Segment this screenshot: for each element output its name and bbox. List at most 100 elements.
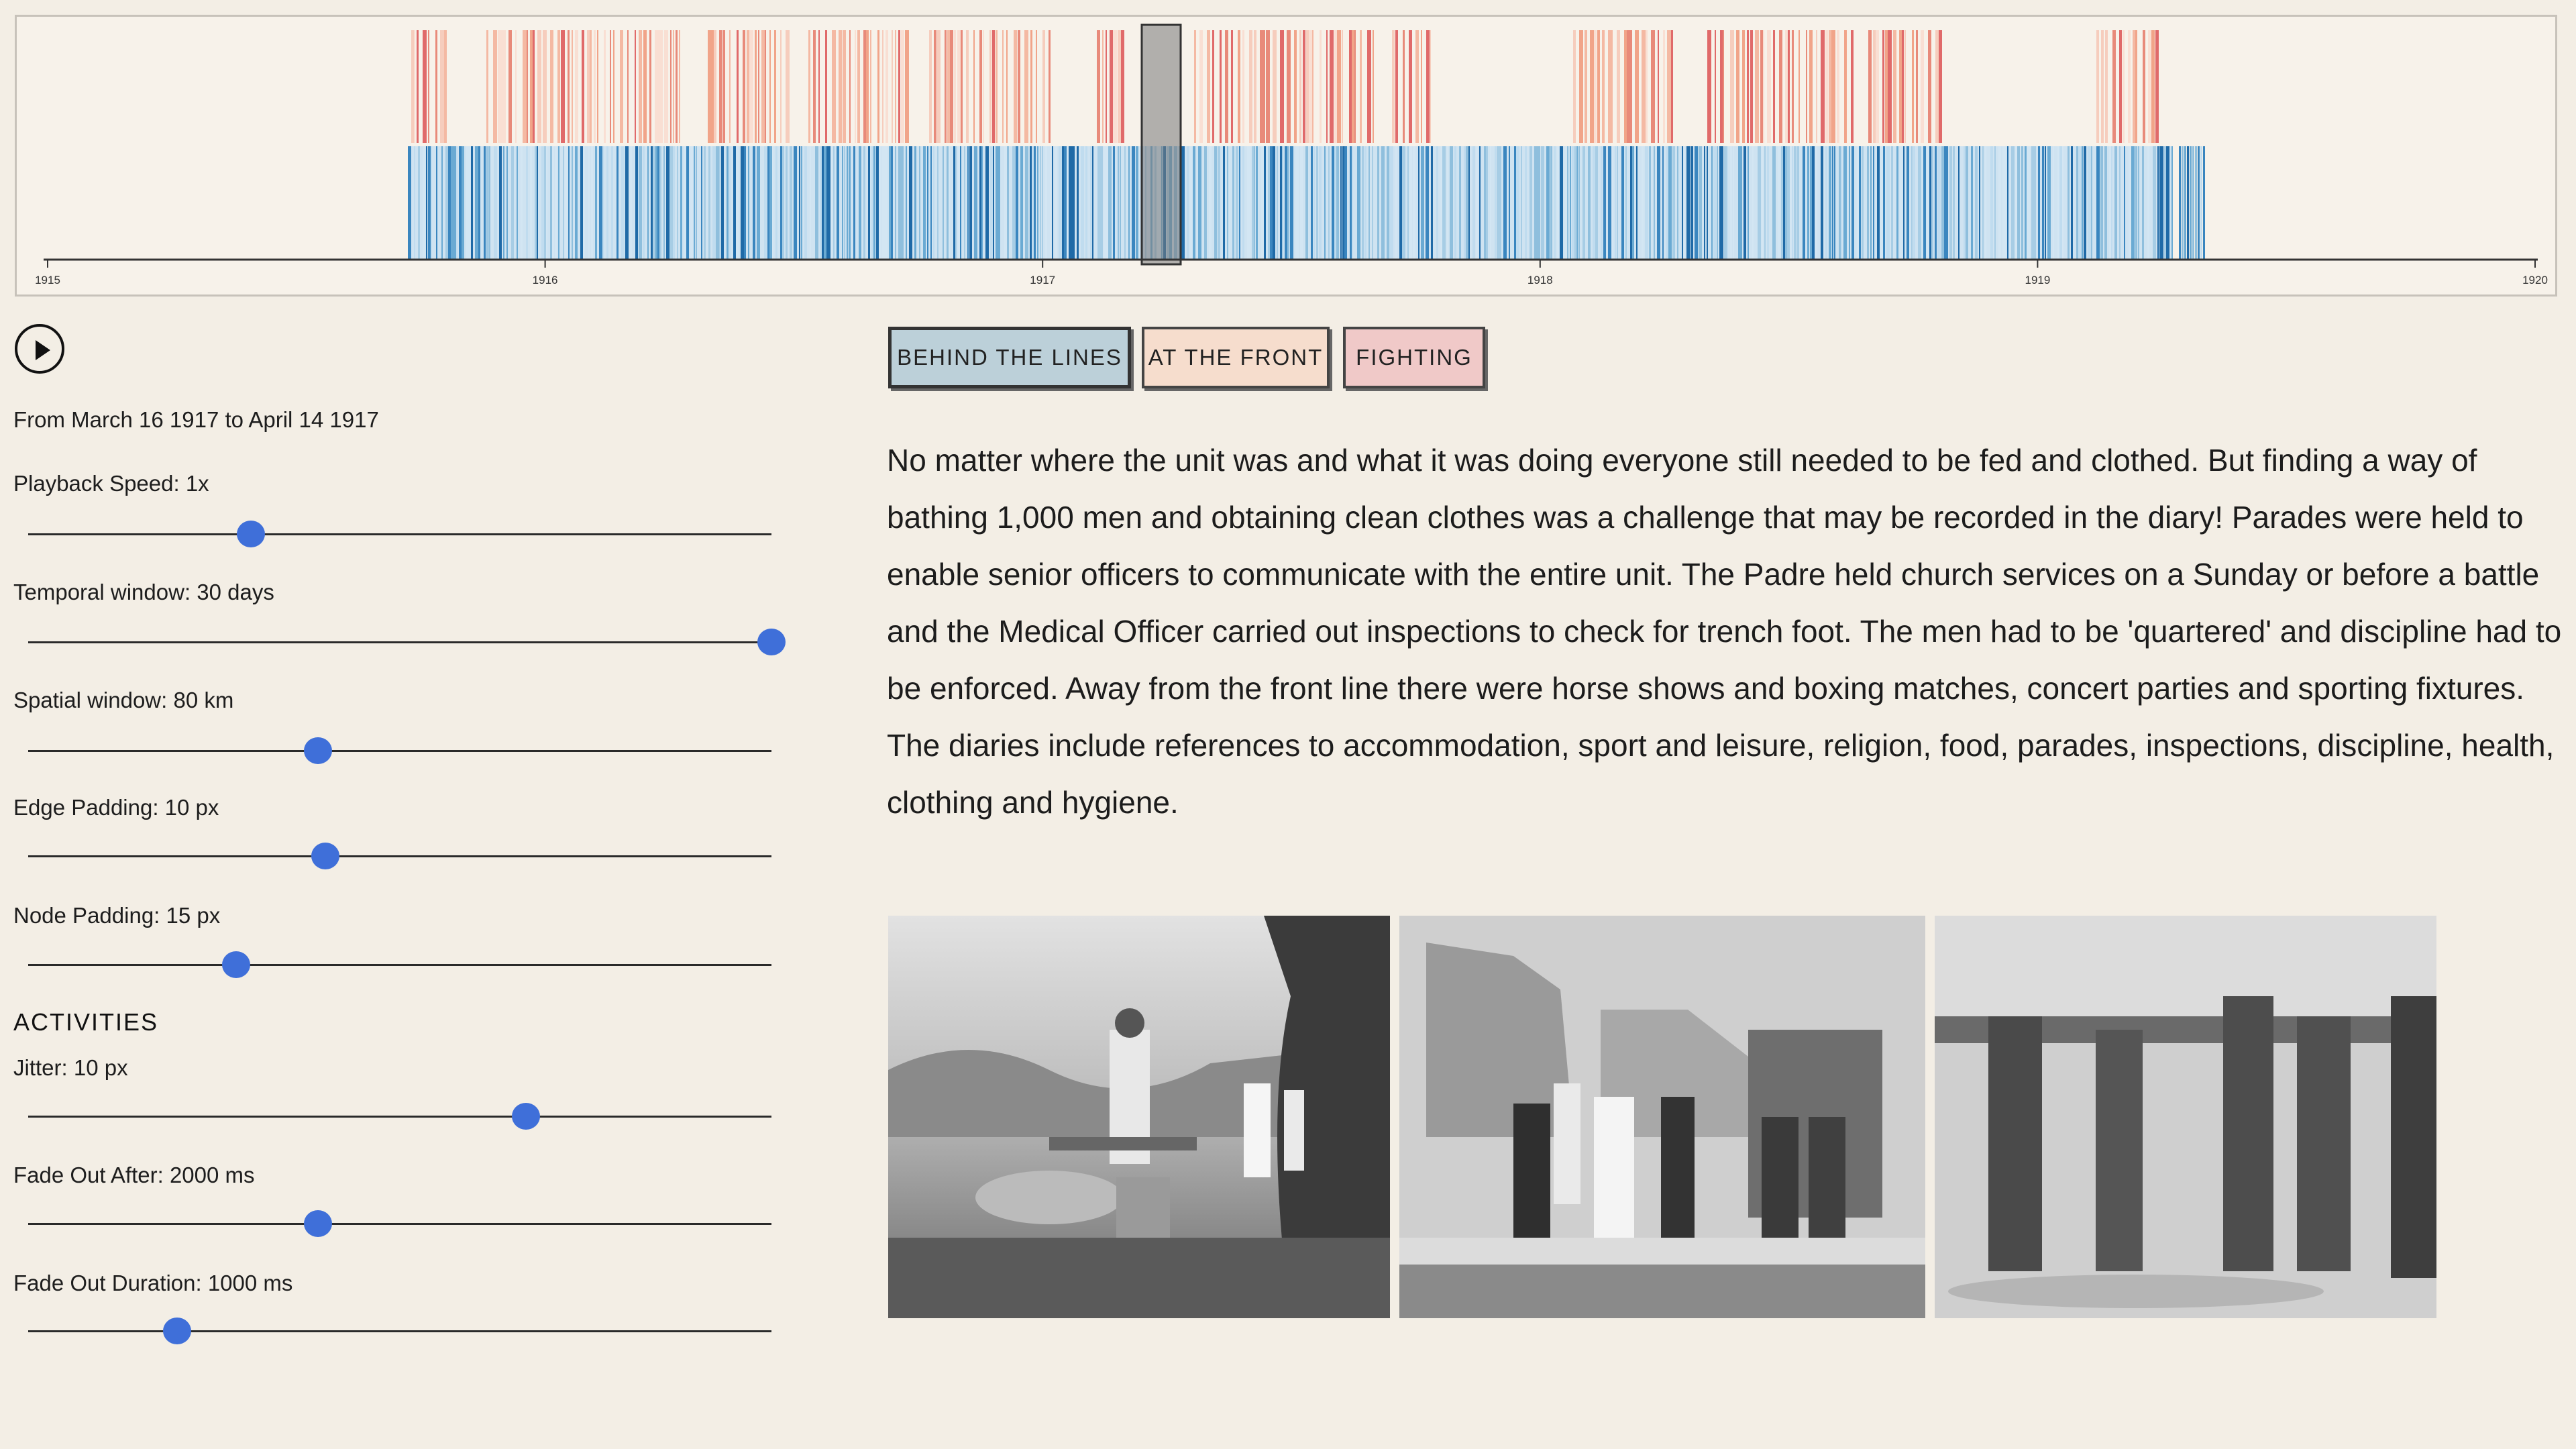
front-event <box>1602 30 1605 143</box>
front-event <box>572 30 573 143</box>
front-event <box>843 30 846 143</box>
front-event <box>417 30 419 143</box>
spatial-window-slider[interactable] <box>28 731 771 771</box>
slider-handle[interactable] <box>222 951 251 978</box>
timeline-panel[interactable]: 1915 1916 1917 1918 1919 1920 <box>15 15 2557 297</box>
edge-padding-slider[interactable] <box>28 837 771 877</box>
front-event <box>620 30 623 143</box>
jitter-slider[interactable] <box>28 1097 771 1137</box>
front-event <box>635 30 636 143</box>
behind-lines-event <box>686 146 689 259</box>
behind-lines-event <box>960 146 961 259</box>
photo-camp-laundry <box>888 916 1390 1318</box>
play-button[interactable] <box>15 324 64 374</box>
behind-lines-event <box>2195 146 2197 259</box>
front-event <box>849 30 851 143</box>
front-event <box>1825 30 1828 143</box>
behind-lines-event <box>2166 146 2169 259</box>
behind-lines-event <box>863 146 865 259</box>
behind-lines-event <box>1450 146 1453 259</box>
playback-speed-slider[interactable] <box>28 515 771 555</box>
slider-handle[interactable] <box>512 1103 541 1130</box>
behind-lines-event <box>930 146 932 259</box>
node-padding-slider[interactable] <box>28 945 771 985</box>
slider-handle[interactable] <box>237 521 266 547</box>
at-the-front-button[interactable]: AT THE FRONT <box>1142 327 1330 388</box>
fade-out-after-slider[interactable] <box>28 1204 771 1244</box>
behind-lines-event <box>1900 146 1902 259</box>
front-event <box>992 30 995 143</box>
front-event <box>866 30 869 143</box>
behind-lines-event <box>824 146 826 259</box>
slider-handle[interactable] <box>162 1318 191 1344</box>
behind-lines-event <box>1841 146 1842 259</box>
behind-lines-event <box>2200 146 2202 259</box>
behind-lines-event <box>1377 146 1379 259</box>
front-event <box>440 30 444 143</box>
behind-lines-event <box>1907 146 1909 259</box>
front-event <box>1280 30 1284 143</box>
behind-lines-event <box>1490 146 1491 259</box>
behind-lines-event <box>575 146 578 259</box>
behind-lines-event <box>1418 146 1419 259</box>
behind-lines-event <box>486 146 488 259</box>
behind-lines-event <box>1521 146 1522 259</box>
behind-lines-event <box>1690 146 1693 259</box>
behind-lines-event <box>1503 146 1507 259</box>
behind-lines-event <box>1319 146 1322 259</box>
behind-lines-event <box>1499 146 1501 259</box>
behind-lines-event <box>428 146 431 259</box>
behind-lines-event <box>466 146 469 259</box>
behind-lines-event <box>1529 146 1532 259</box>
behind-lines-event <box>431 146 432 259</box>
slider-handle[interactable] <box>304 1210 333 1237</box>
behind-lines-event <box>1040 146 1041 259</box>
front-event <box>500 30 504 143</box>
behind-lines-event <box>499 146 502 259</box>
front-event <box>1579 30 1583 143</box>
behind-lines-event <box>572 146 573 259</box>
behind-lines-event <box>1328 146 1330 259</box>
timeline-chart[interactable]: 1915 1916 1917 1918 1919 1920 <box>17 17 2559 299</box>
slider-handle[interactable] <box>304 737 333 764</box>
behind-lines-event <box>2138 146 2139 259</box>
front-event <box>1263 30 1265 143</box>
temporal-window-slider[interactable] <box>28 623 786 663</box>
front-event <box>1049 30 1051 143</box>
fighting-button[interactable]: FIGHTING <box>1343 327 1485 388</box>
slider-handle[interactable] <box>757 629 786 655</box>
slider-track <box>28 964 771 966</box>
front-event <box>423 30 427 143</box>
behind-lines-event <box>909 146 912 259</box>
behind-lines-event <box>1982 146 1984 259</box>
behind-lines-event <box>882 146 885 259</box>
front-event <box>1642 30 1646 143</box>
front-event <box>655 30 659 143</box>
front-event <box>1809 30 1813 143</box>
behind-lines-event <box>1218 146 1220 259</box>
time-brush[interactable] <box>1140 23 1182 266</box>
behind-the-lines-button[interactable]: BEHIND THE LINES <box>888 327 1131 388</box>
behind-lines-event <box>2053 146 2054 259</box>
behind-lines-event <box>1570 146 1571 259</box>
slider-handle[interactable] <box>311 843 340 869</box>
front-event <box>737 30 739 143</box>
fade-out-duration-slider[interactable] <box>28 1311 771 1352</box>
behind-lines-event <box>2017 146 2020 259</box>
behind-lines-event <box>625 146 629 259</box>
front-event <box>729 30 731 143</box>
behind-lines-event <box>1034 146 1036 259</box>
activities-heading: ACTIVITIES <box>13 1008 159 1036</box>
behind-lines-event <box>933 146 934 259</box>
behind-lines-event <box>1538 146 1540 259</box>
front-event <box>1337 30 1341 143</box>
behind-lines-event <box>1979 146 1980 259</box>
behind-lines-event <box>2203 146 2205 259</box>
behind-lines-event <box>1085 146 1087 259</box>
front-event <box>1617 30 1620 143</box>
behind-lines-event <box>775 146 777 259</box>
front-event <box>1904 30 1906 143</box>
front-event <box>1594 30 1597 143</box>
behind-lines-event <box>891 146 893 259</box>
front-event <box>1097 30 1100 143</box>
